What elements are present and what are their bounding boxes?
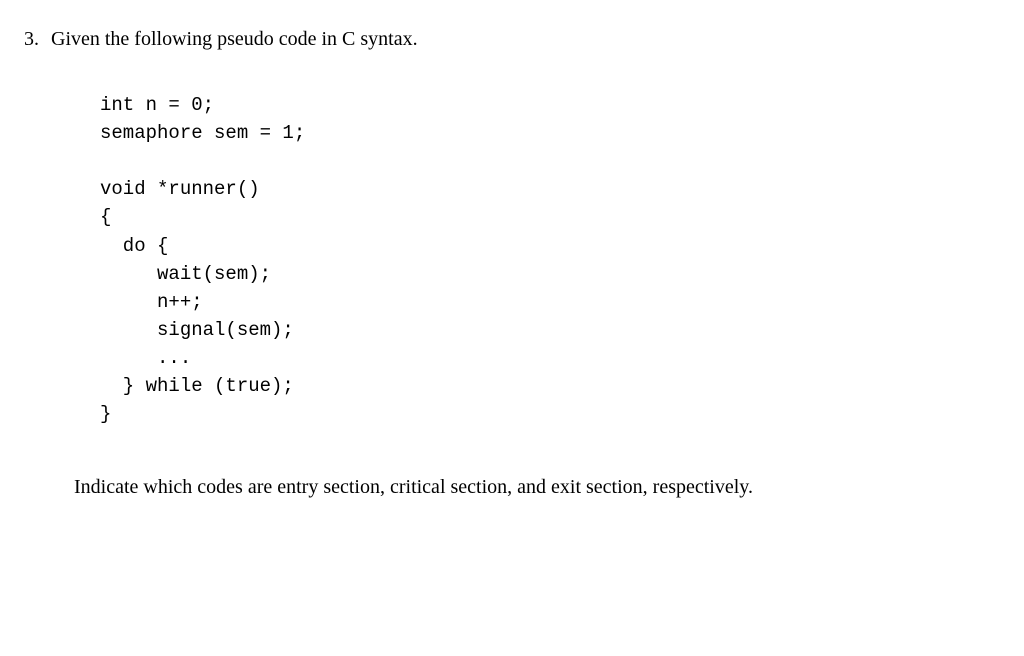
code-line: { — [100, 206, 111, 228]
question-header: 3. Given the following pseudo code in C … — [24, 28, 1000, 51]
code-line: signal(sem); — [100, 319, 294, 341]
code-line: n++; — [100, 291, 203, 313]
question-number: 3. — [24, 28, 39, 51]
code-line: } while (true); — [100, 375, 294, 397]
code-block: int n = 0; semaphore sem = 1; void *runn… — [100, 91, 1000, 428]
code-line: do { — [100, 235, 168, 257]
code-line: void *runner() — [100, 178, 260, 200]
code-line: ... — [100, 347, 191, 369]
instruction-text: Indicate which codes are entry section, … — [74, 476, 1000, 499]
code-line: semaphore sem = 1; — [100, 122, 305, 144]
code-line: } — [100, 403, 111, 425]
code-line: wait(sem); — [100, 263, 271, 285]
question-text: Given the following pseudo code in C syn… — [51, 28, 418, 51]
code-line: int n = 0; — [100, 94, 214, 116]
